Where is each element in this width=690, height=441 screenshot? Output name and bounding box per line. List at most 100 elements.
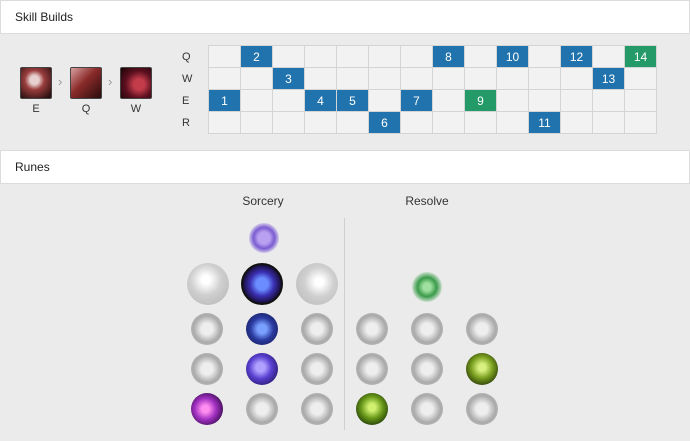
tree-divider	[344, 218, 345, 430]
skill-empty-cell	[208, 111, 241, 134]
skill-empty-cell	[464, 45, 497, 68]
skill-sequence-item-w: W	[120, 67, 152, 115]
rune-gathering-storm-icon[interactable]	[301, 393, 333, 425]
ability-q-icon	[70, 67, 102, 99]
keystone-phase-rush-icon[interactable]	[296, 263, 338, 305]
rune-second-wind-icon[interactable]	[411, 353, 443, 385]
ability-w-label: W	[130, 103, 142, 115]
skill-level-cell: 11	[528, 111, 561, 134]
skill-empty-cell	[624, 67, 657, 90]
skill-empty-cell	[336, 111, 369, 134]
skill-empty-cell	[464, 67, 497, 90]
ability-e-label: E	[32, 103, 40, 115]
resolve-tree-icon	[412, 272, 442, 302]
skill-level-cell: 8	[432, 45, 465, 68]
skill-empty-cell	[336, 67, 369, 90]
rune-celerity-icon[interactable]	[246, 353, 278, 385]
rune-conditioning-icon[interactable]	[356, 353, 388, 385]
skill-row-e: E 1 45 7 9	[178, 89, 657, 112]
skill-empty-cell	[528, 67, 561, 90]
skill-empty-cell	[400, 111, 433, 134]
skill-empty-cell	[304, 111, 337, 134]
rune-overgrowth-icon[interactable]	[356, 393, 388, 425]
ability-w-icon	[120, 67, 152, 99]
skill-level-cell: 2	[240, 45, 273, 68]
skill-empty-cell	[368, 67, 401, 90]
skill-empty-cell	[304, 45, 337, 68]
skill-row-q: Q 2 8 10 12 14	[178, 45, 657, 68]
skill-row-label: E	[182, 94, 190, 107]
rune-scorch-icon[interactable]	[191, 393, 223, 425]
skill-empty-cell	[272, 111, 305, 134]
skill-row-r: R 6 11	[178, 111, 657, 134]
skill-level-cell: 6	[368, 111, 401, 134]
skill-empty-cell	[560, 67, 593, 90]
skill-empty-cell	[336, 45, 369, 68]
rune-nullifying-orb-icon[interactable]	[191, 313, 223, 345]
runes-title: Runes	[15, 160, 50, 174]
rune-manaflow-band-icon[interactable]	[246, 313, 278, 345]
skill-empty-cell	[592, 89, 625, 112]
skill-level-cell: 7	[400, 89, 433, 112]
keystone-arcane-comet-icon[interactable]	[241, 263, 283, 305]
skill-level-cell: 14	[624, 45, 657, 68]
skill-empty-cell	[624, 89, 657, 112]
skill-level-cell: 1	[208, 89, 241, 112]
skill-empty-cell	[560, 89, 593, 112]
skill-builds-title: Skill Builds	[15, 10, 74, 24]
rune-waterwalking-icon[interactable]	[246, 393, 278, 425]
skill-level-cell: 4	[304, 89, 337, 112]
skill-level-cell: 3	[272, 67, 305, 90]
skill-level-cell: 9	[464, 89, 497, 112]
skill-empty-cell	[240, 89, 273, 112]
rune-nimbus-cloak-icon[interactable]	[301, 313, 333, 345]
skill-empty-cell	[496, 67, 529, 90]
skill-empty-cell	[592, 111, 625, 134]
skill-empty-cell	[464, 111, 497, 134]
primary-tree-title: Sorcery	[242, 194, 284, 208]
skill-empty-cell	[272, 45, 305, 68]
skill-empty-cell	[496, 89, 529, 112]
rune-absolute-focus-icon[interactable]	[301, 353, 333, 385]
arrow-right-icon: ›	[108, 74, 113, 89]
rune-transcendence-icon[interactable]	[191, 353, 223, 385]
skill-row-w: W 3 13	[178, 67, 657, 90]
ability-e-icon	[20, 67, 52, 99]
skill-level-cell: 13	[592, 67, 625, 90]
skill-empty-cell	[208, 45, 241, 68]
skill-empty-cell	[304, 67, 337, 90]
skill-empty-cell	[208, 67, 241, 90]
rune-unflinching-icon[interactable]	[466, 393, 498, 425]
skill-level-cell: 10	[496, 45, 529, 68]
rune-font-of-life-icon[interactable]	[411, 313, 443, 345]
skill-empty-cell	[528, 45, 561, 68]
skill-empty-cell	[496, 111, 529, 134]
skill-empty-cell	[592, 45, 625, 68]
skill-builds-header: Skill Builds	[0, 0, 690, 34]
skill-sequence-item-e: E	[20, 67, 52, 115]
skill-empty-cell	[528, 89, 561, 112]
skill-level-cell: 12	[560, 45, 593, 68]
keystone-summon-aery-icon[interactable]	[187, 263, 229, 305]
skill-row-label: R	[182, 116, 190, 129]
sorcery-tree-icon	[249, 223, 279, 253]
rune-shield-bash-icon[interactable]	[466, 313, 498, 345]
rune-revitalize-icon[interactable]	[411, 393, 443, 425]
skill-level-cell: 5	[336, 89, 369, 112]
skill-empty-cell	[560, 111, 593, 134]
skill-sequence-item-q: Q	[70, 67, 102, 115]
skill-empty-cell	[368, 89, 401, 112]
skill-order-grid: Q 2 8 10 12 14 W 3 13 E 1 4 5 7 9 R 6 11	[178, 45, 657, 134]
rune-demolish-icon[interactable]	[356, 313, 388, 345]
skill-empty-cell	[368, 45, 401, 68]
skill-empty-cell	[240, 111, 273, 134]
skill-row-label: Q	[182, 50, 191, 63]
skill-empty-cell	[240, 67, 273, 90]
ability-q-label: Q	[81, 103, 91, 115]
skill-row-label: W	[182, 72, 193, 85]
skill-empty-cell	[400, 67, 433, 90]
skill-empty-cell	[624, 111, 657, 134]
rune-bone-plating-icon[interactable]	[466, 353, 498, 385]
runes-header: Runes	[0, 150, 690, 184]
skill-empty-cell	[432, 111, 465, 134]
